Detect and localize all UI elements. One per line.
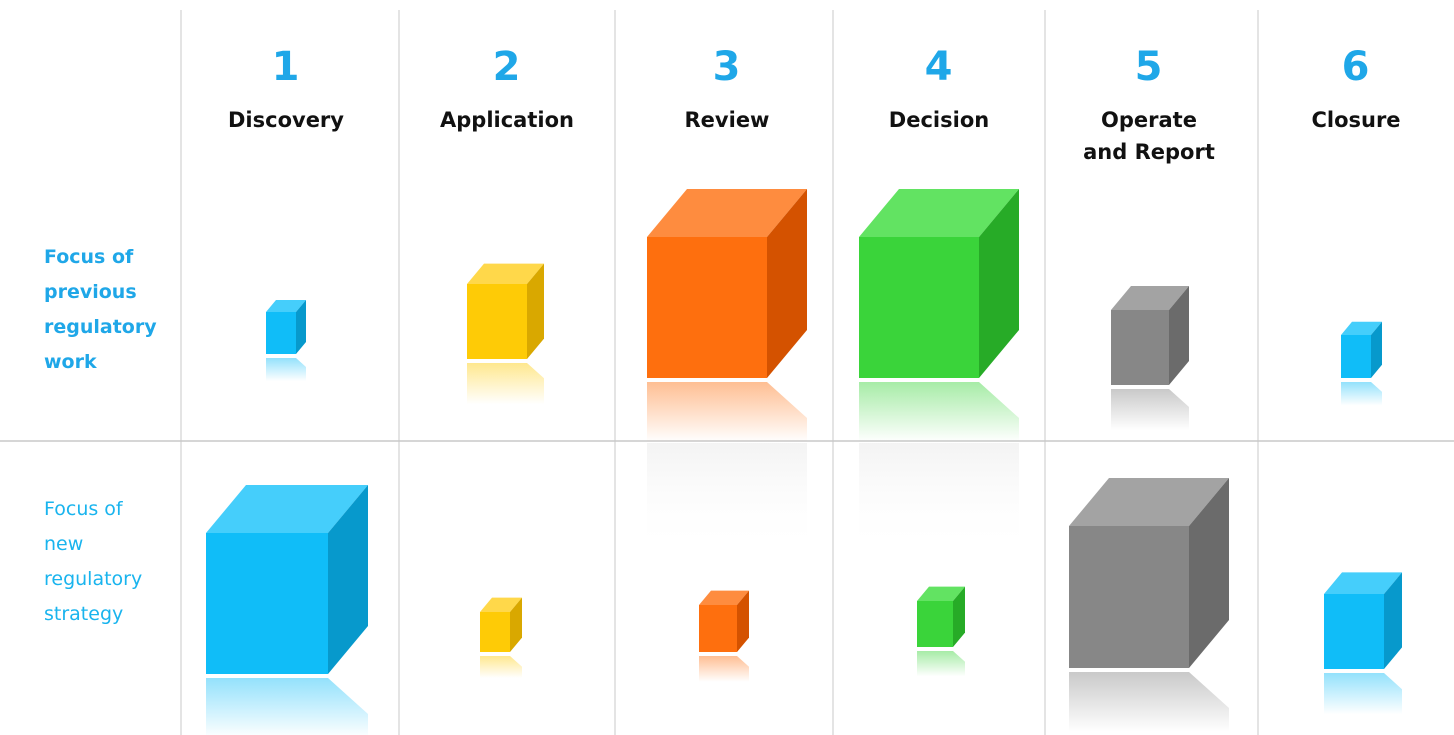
- cube-new-decision: [917, 586, 965, 677]
- stage-number-1: 1: [271, 44, 301, 90]
- stage-name-decision: Decision: [888, 108, 990, 132]
- regulatory-focus-diagram: 1 Discovery 2 Application 3 Review 4 Dec…: [0, 0, 1454, 735]
- stage-name-closure: Closure: [1311, 108, 1401, 132]
- cube-previous-discovery: [266, 300, 306, 382]
- stage-number-3: 3: [712, 44, 742, 90]
- cube-new-application: [480, 597, 522, 678]
- stage-name-application: Application: [440, 108, 574, 132]
- stage-number-4: 4: [924, 44, 954, 90]
- row-label-previous: Focus of previous regulatory work: [44, 246, 157, 373]
- cube-new-discovery: [206, 485, 368, 735]
- cube-new-review: [699, 590, 749, 682]
- stage-number-6: 6: [1341, 44, 1371, 90]
- cube-new-closure: [1324, 572, 1402, 715]
- stage-name-discovery: Discovery: [228, 108, 344, 132]
- cube-previous-closure: [1341, 321, 1382, 406]
- cube-previous-decision: [859, 189, 1019, 442]
- stage-name-review: Review: [684, 108, 770, 132]
- cube-previous-application: [467, 263, 544, 405]
- cube-previous-review: [647, 189, 807, 442]
- cube-new-operate-and-report: [1069, 478, 1229, 732]
- review-ghost-reflection: [647, 443, 807, 553]
- cube-previous-operate-and-report: [1111, 286, 1189, 431]
- decision-ghost-reflection: [859, 443, 1019, 553]
- row-label-new: Focus of new regulatory strategy: [44, 498, 143, 625]
- stage-number-5: 5: [1134, 44, 1164, 90]
- stage-number-2: 2: [492, 44, 522, 90]
- stage-name-operate-and-report: Operate and Report: [1083, 108, 1215, 164]
